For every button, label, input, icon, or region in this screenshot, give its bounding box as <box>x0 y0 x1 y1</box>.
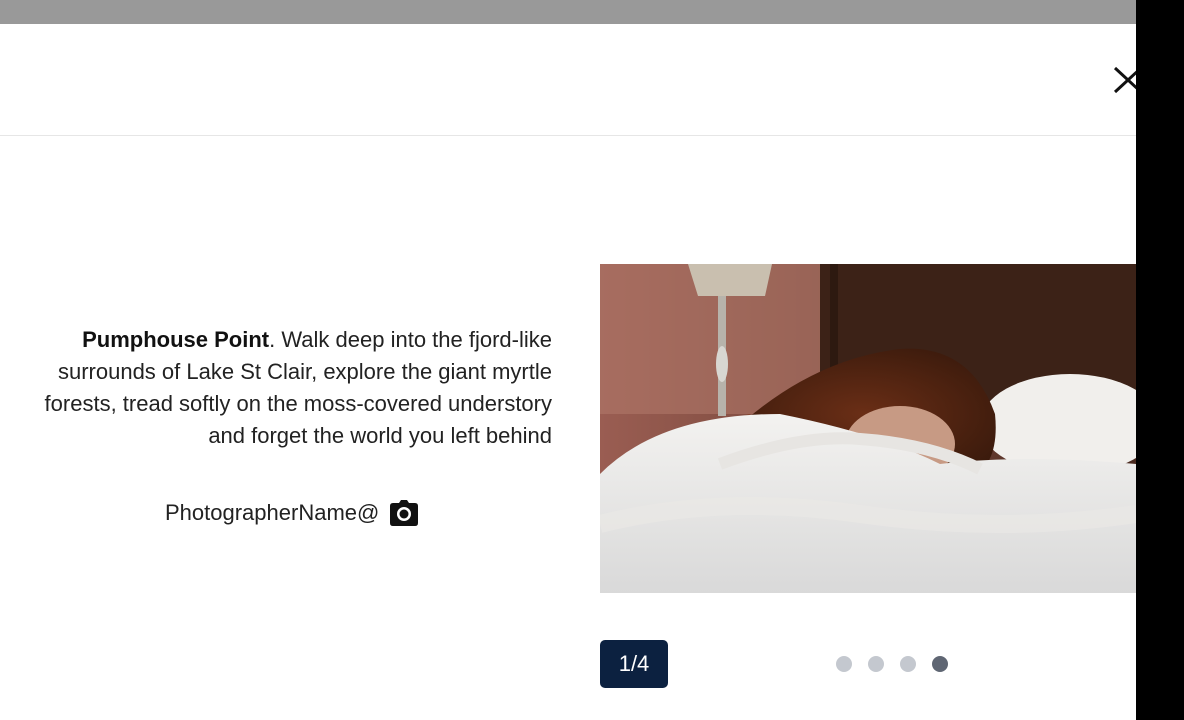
scrollbar-strip <box>1136 0 1184 720</box>
top-overlay-bar <box>0 0 1136 24</box>
carousel-dots <box>836 656 948 672</box>
close-icon <box>1113 66 1136 94</box>
carousel-dot[interactable] <box>836 656 852 672</box>
camera-icon <box>389 499 419 527</box>
modal-header <box>0 24 1136 136</box>
close-button[interactable] <box>1112 66 1136 94</box>
carousel-dot-active[interactable] <box>932 656 948 672</box>
photographer-name: PhotographerName@ <box>165 500 380 525</box>
slide-counter: 1/4 <box>600 640 668 688</box>
carousel-dot[interactable] <box>868 656 884 672</box>
carousel-photo <box>600 264 1136 593</box>
carousel-dot[interactable] <box>900 656 916 672</box>
caption-title: Pumphouse Point <box>82 327 270 352</box>
photo-caption: Pumphouse Point. Walk deep into the fjor… <box>40 324 552 452</box>
photo-credit: PhotographerName@ <box>165 496 419 530</box>
